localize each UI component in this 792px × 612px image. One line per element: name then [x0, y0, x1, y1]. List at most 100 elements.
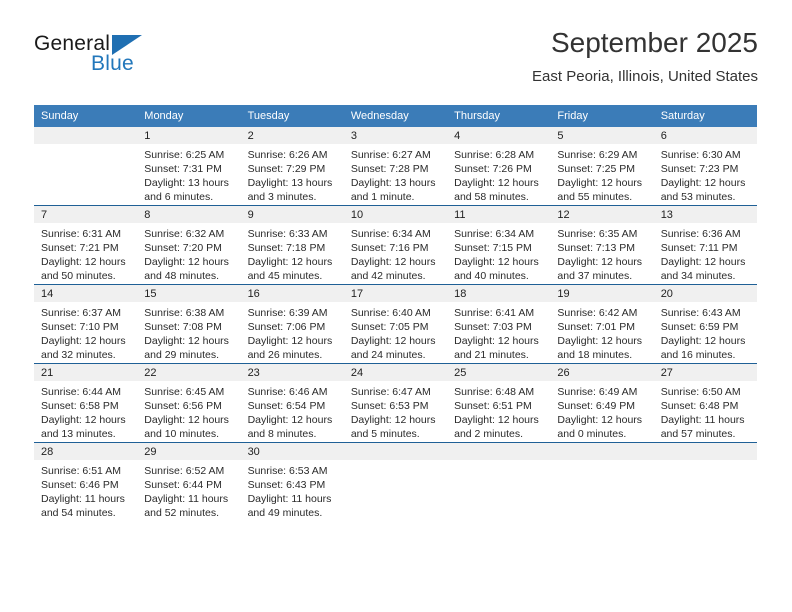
brand-logo[interactable]: General Blue	[34, 32, 214, 88]
day-detail-line: Sunset: 6:59 PM	[660, 321, 739, 333]
day-number: 5	[550, 127, 654, 144]
day-detail-line: and 21 minutes.	[454, 349, 529, 361]
logo-text-blue: Blue	[91, 52, 134, 75]
calendar-day-cell[interactable]: 13 Sunrise: 6:36 AM Sunset: 7:11 PM Dayligh…	[653, 205, 757, 285]
calendar-day-cell[interactable]: 11 Sunrise: 6:34 AM Sunset: 7:15 PM Dayligh…	[447, 205, 551, 285]
calendar-day-cell-empty	[343, 442, 448, 521]
day-details	[447, 460, 550, 464]
day-number: 17	[343, 285, 448, 302]
day-details: Sunrise: 6:45 AM Sunset: 6:56 PM Daylight:…	[137, 381, 240, 441]
day-detail-line: Sunset: 7:28 PM	[350, 163, 429, 175]
day-detail-line: Sunset: 7:06 PM	[247, 321, 326, 333]
calendar-day-cell[interactable]: 5 Sunrise: 6:29 AM Sunset: 7:25 PM Daylight…	[550, 127, 654, 206]
day-detail-line: Daylight: 12 hours	[557, 256, 643, 268]
calendar-day-cell[interactable]: 26 Sunrise: 6:49 AM Sunset: 6:49 PM Dayligh…	[550, 363, 654, 443]
calendar-day-cell[interactable]: 18 Sunrise: 6:41 AM Sunset: 7:03 PM Dayligh…	[447, 284, 551, 364]
calendar-day-cell[interactable]: 3 Sunrise: 6:27 AM Sunset: 7:28 PM Daylight…	[343, 127, 448, 206]
calendar-day-cell[interactable]: 23 Sunrise: 6:46 AM Sunset: 6:54 PM Dayligh…	[240, 363, 344, 443]
calendar-day-cell[interactable]: 4 Sunrise: 6:28 AM Sunset: 7:26 PM Daylight…	[447, 127, 551, 206]
day-detail-line: Sunrise: 6:50 AM	[660, 386, 741, 398]
calendar-day-cell[interactable]: 15 Sunrise: 6:38 AM Sunset: 7:08 PM Dayligh…	[137, 284, 241, 364]
day-detail-line: Sunrise: 6:49 AM	[557, 386, 638, 398]
title-block: September 2025 East Peoria, Illinois, Un…	[532, 26, 758, 88]
day-detail-line: Sunrise: 6:25 AM	[144, 149, 225, 161]
day-detail-line: Daylight: 13 hours	[247, 177, 333, 189]
calendar-day-cell[interactable]: 8 Sunrise: 6:32 AM Sunset: 7:20 PM Daylight…	[137, 205, 241, 285]
calendar-day-cell[interactable]: 30 Sunrise: 6:53 AM Sunset: 6:43 PM Dayligh…	[240, 442, 344, 521]
day-detail-line: Sunset: 7:20 PM	[144, 242, 222, 254]
day-detail-line: Sunset: 7:08 PM	[144, 321, 222, 333]
calendar-day-cell-empty	[653, 442, 757, 521]
calendar-week-row: 21 Sunrise: 6:44 AM Sunset: 6:58 PM Dayligh…	[34, 363, 757, 443]
calendar-week-row: 1 Sunrise: 6:25 AM Sunset: 7:31 PM Daylight…	[34, 127, 757, 206]
calendar-day-cell[interactable]: 19 Sunrise: 6:42 AM Sunset: 7:01 PM Dayligh…	[550, 284, 654, 364]
calendar-day-cell[interactable]: 24 Sunrise: 6:47 AM Sunset: 6:53 PM Dayligh…	[343, 363, 448, 443]
day-details: Sunrise: 6:47 AM Sunset: 6:53 PM Daylight:…	[344, 381, 447, 441]
calendar-day-cell[interactable]: 14 Sunrise: 6:37 AM Sunset: 7:10 PM Dayligh…	[34, 284, 138, 364]
day-detail-line: Sunset: 7:23 PM	[660, 163, 739, 175]
day-detail-line: Sunset: 6:49 PM	[557, 400, 636, 412]
day-detail-line: Sunrise: 6:38 AM	[144, 307, 225, 319]
calendar-day-cell[interactable]: 7 Sunrise: 6:31 AM Sunset: 7:21 PM Daylight…	[34, 205, 138, 285]
day-details: Sunrise: 6:29 AM Sunset: 7:25 PM Daylight:…	[550, 144, 653, 204]
day-detail-line: Sunrise: 6:34 AM	[350, 228, 431, 240]
calendar-day-cell[interactable]: 1 Sunrise: 6:25 AM Sunset: 7:31 PM Daylight…	[137, 127, 241, 206]
day-detail-line: Daylight: 12 hours	[350, 335, 436, 347]
calendar-day-cell[interactable]: 2 Sunrise: 6:26 AM Sunset: 7:29 PM Daylight…	[240, 127, 344, 206]
day-number	[550, 443, 654, 460]
calendar-day-cell[interactable]: 16 Sunrise: 6:39 AM Sunset: 7:06 PM Dayligh…	[240, 284, 344, 364]
calendar-day-cell[interactable]: 27 Sunrise: 6:50 AM Sunset: 6:48 PM Dayligh…	[653, 363, 757, 443]
calendar-day-cell[interactable]: 6 Sunrise: 6:30 AM Sunset: 7:23 PM Daylight…	[653, 127, 757, 206]
calendar-day-cell[interactable]: 21 Sunrise: 6:44 AM Sunset: 6:58 PM Dayligh…	[34, 363, 138, 443]
calendar-day-cell[interactable]: 25 Sunrise: 6:48 AM Sunset: 6:51 PM Dayligh…	[447, 363, 551, 443]
day-detail-line: and 53 minutes.	[660, 191, 736, 203]
day-number: 3	[343, 127, 448, 144]
calendar-day-cell[interactable]: 17 Sunrise: 6:40 AM Sunset: 7:05 PM Dayligh…	[343, 284, 448, 364]
day-detail-line: and 0 minutes.	[557, 428, 627, 440]
day-details: Sunrise: 6:38 AM Sunset: 7:08 PM Daylight:…	[137, 302, 240, 362]
calendar-day-cell[interactable]: 22 Sunrise: 6:45 AM Sunset: 6:56 PM Dayligh…	[137, 363, 241, 443]
day-detail-line: Sunrise: 6:31 AM	[41, 228, 121, 240]
day-detail-line: Daylight: 12 hours	[454, 335, 539, 347]
day-details: Sunrise: 6:25 AM Sunset: 7:31 PM Daylight:…	[137, 144, 240, 204]
day-detail-line: Sunrise: 6:53 AM	[247, 465, 328, 477]
day-detail-line: Sunrise: 6:26 AM	[247, 149, 328, 161]
calendar-day-cell[interactable]: 28 Sunrise: 6:51 AM Sunset: 6:46 PM Dayligh…	[34, 442, 138, 521]
calendar-day-cell[interactable]: 29 Sunrise: 6:52 AM Sunset: 6:44 PM Dayligh…	[137, 442, 241, 521]
day-detail-line: Daylight: 12 hours	[454, 177, 539, 189]
day-detail-line: Daylight: 12 hours	[557, 414, 643, 426]
day-detail-line: and 45 minutes.	[247, 270, 323, 282]
day-details: Sunrise: 6:32 AM Sunset: 7:20 PM Daylight:…	[137, 223, 240, 283]
page-header: General Blue September 2025 East Peoria,…	[34, 26, 758, 98]
day-number: 9	[240, 206, 344, 223]
day-detail-line: Sunrise: 6:51 AM	[41, 465, 121, 477]
day-number: 12	[550, 206, 654, 223]
day-detail-line: Sunset: 6:58 PM	[41, 400, 119, 412]
day-number: 8	[137, 206, 241, 223]
day-detail-line: Sunrise: 6:34 AM	[454, 228, 535, 240]
day-details: Sunrise: 6:50 AM Sunset: 6:48 PM Daylight:…	[654, 381, 757, 441]
calendar-day-cell-empty	[447, 442, 551, 521]
day-number: 24	[343, 364, 448, 381]
calendar-day-cell[interactable]: 20 Sunrise: 6:43 AM Sunset: 6:59 PM Dayligh…	[653, 284, 757, 364]
day-detail-line: Sunset: 7:13 PM	[557, 242, 636, 254]
day-detail-line: and 18 minutes.	[557, 349, 633, 361]
day-detail-line: Daylight: 12 hours	[144, 335, 229, 347]
weekday-header-thursday: Thursday	[447, 105, 551, 127]
day-number: 27	[653, 364, 757, 381]
day-details	[654, 460, 757, 464]
day-details: Sunrise: 6:35 AM Sunset: 7:13 PM Daylight:…	[550, 223, 653, 283]
calendar-day-cell[interactable]: 12 Sunrise: 6:35 AM Sunset: 7:13 PM Dayligh…	[550, 205, 654, 285]
calendar-day-cell[interactable]: 10 Sunrise: 6:34 AM Sunset: 7:16 PM Dayligh…	[343, 205, 448, 285]
day-detail-line: Daylight: 12 hours	[350, 414, 436, 426]
day-detail-line: Sunset: 7:11 PM	[660, 242, 738, 254]
calendar-page: General Blue September 2025 East Peoria,…	[0, 0, 792, 612]
day-detail-line: and 52 minutes.	[144, 507, 219, 519]
day-detail-line: Sunset: 6:44 PM	[144, 479, 222, 491]
calendar-week-row: 7 Sunrise: 6:31 AM Sunset: 7:21 PM Daylight…	[34, 205, 757, 285]
day-detail-line: and 58 minutes.	[454, 191, 529, 203]
calendar-day-cell[interactable]: 9 Sunrise: 6:33 AM Sunset: 7:18 PM Daylight…	[240, 205, 344, 285]
calendar-week-row: 28 Sunrise: 6:51 AM Sunset: 6:46 PM Dayligh…	[34, 442, 757, 521]
day-detail-line: Sunrise: 6:52 AM	[144, 465, 225, 477]
day-detail-line: Daylight: 12 hours	[454, 414, 539, 426]
